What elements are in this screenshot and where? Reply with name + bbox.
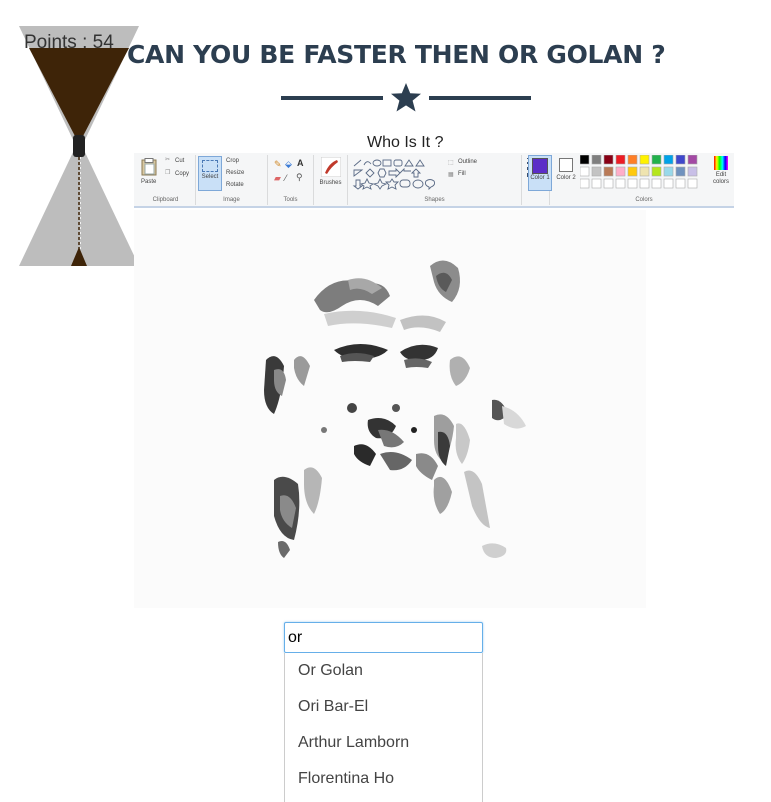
- magnifier-icon: ⚲: [296, 172, 303, 182]
- color1-swatch: [532, 158, 548, 174]
- fill-shape-icon: ▦: [448, 172, 454, 178]
- question-label: Who Is It ?: [367, 134, 444, 151]
- autocomplete-suggestions: Or Golan Ori Bar-El Arthur Lamborn Flore…: [284, 653, 483, 802]
- hourglass-timer-icon: [19, 26, 139, 266]
- image-group-label: Image: [223, 197, 240, 203]
- clipboard-group-label: Clipboard: [152, 197, 179, 203]
- color2-swatch: [559, 158, 573, 172]
- divider-line-right: [429, 96, 531, 100]
- paste-icon: [141, 158, 157, 176]
- color-palette: Colors: [579, 154, 708, 205]
- color1-selector: Color 1: [528, 155, 552, 191]
- fill-icon: ⬙: [285, 159, 292, 169]
- select-tool: Select: [198, 156, 222, 191]
- cut-icon: ✂: [165, 157, 171, 163]
- tools-group-label: Tools: [283, 197, 298, 203]
- image-group: Select Crop Resize Rotate Image: [196, 155, 268, 205]
- color2-selector: Color 2: [554, 155, 578, 191]
- suggestion-item[interactable]: Ori Bar-El: [285, 689, 482, 725]
- colors-group-label: Colors: [635, 197, 653, 203]
- crop-label: Crop: [226, 158, 240, 164]
- fill-label: Fill: [458, 171, 466, 177]
- tools-group: ✎ ⬙ A ▰ ⁄ ⚲ Tools: [268, 155, 314, 205]
- rotate-label: Rotate: [226, 182, 244, 188]
- outline-icon: ⬚: [448, 160, 454, 166]
- shapes-group: ⬚ Outline ▦ Fill Shapes: [348, 155, 522, 205]
- shapes-icon: [352, 159, 436, 190]
- outline-label: Outline: [458, 159, 478, 165]
- star-icon: [391, 83, 421, 112]
- brushes-label: Brushes: [319, 180, 342, 186]
- color1-label: Color 1: [530, 175, 550, 181]
- resize-label: Resize: [226, 170, 245, 176]
- title-divider: [281, 82, 531, 114]
- picker-icon: ⁄: [285, 173, 287, 183]
- edit-colors-icon: [714, 156, 728, 170]
- edit-colors: Edit colors: [710, 155, 732, 195]
- divider-line-left: [281, 96, 383, 100]
- suggestion-item[interactable]: Florentina Ho: [285, 761, 482, 797]
- points-counter: Points : 54: [24, 32, 114, 53]
- answer-search-input[interactable]: [284, 622, 483, 653]
- edit-colors-label: Edit colors: [712, 172, 729, 185]
- copy-icon: ❐: [165, 170, 171, 176]
- color2-label: Color 2: [556, 175, 576, 181]
- puzzle-image-canvas: [134, 210, 646, 608]
- brush-icon: [321, 157, 341, 177]
- page-title: CAN YOU BE FASTER THEN OR GOLAN ?: [127, 40, 666, 69]
- shapes-group-label: Shapes: [424, 197, 445, 203]
- pencil-icon: ✎: [274, 159, 282, 169]
- paste-label: Paste: [141, 179, 157, 185]
- clipboard-group: Paste ✂ Cut ❐ Copy Clipboard: [136, 155, 196, 205]
- eraser-icon: ▰: [274, 173, 281, 183]
- brushes-group: Brushes: [314, 155, 348, 205]
- paint-toolbar-image: Paste ✂ Cut ❐ Copy Clipboard Select Crop…: [134, 153, 734, 208]
- suggestion-item[interactable]: Arthur Lamborn: [285, 725, 482, 761]
- select-icon: [202, 160, 218, 172]
- suggestion-item[interactable]: Or Golan: [285, 653, 482, 689]
- cut-label: Cut: [175, 158, 185, 164]
- copy-label: Copy: [175, 171, 190, 177]
- palette-swatches: [579, 154, 698, 189]
- select-label: Select: [201, 174, 219, 180]
- text-icon: A: [297, 158, 304, 168]
